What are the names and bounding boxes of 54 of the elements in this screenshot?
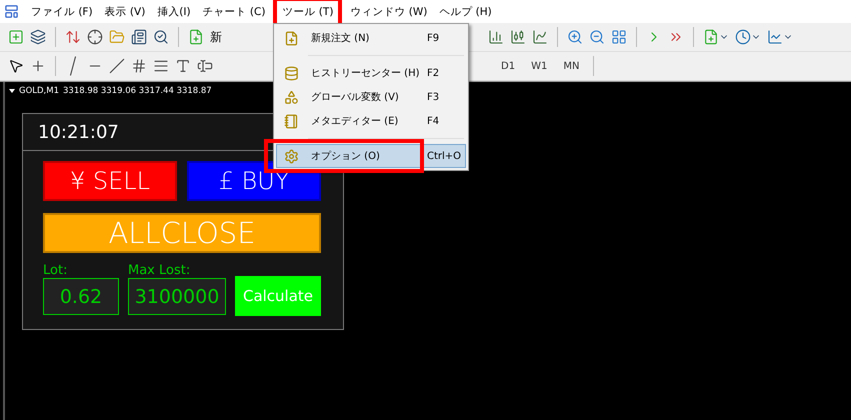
menu-entry-label: オプション (O): [310, 150, 381, 163]
crosshair-icon[interactable]: [30, 58, 46, 74]
menu-entry[interactable]: ヒストリーセンター (H) F2: [276, 61, 466, 85]
candlestick-icon[interactable]: [510, 29, 526, 45]
timeframe-button[interactable]: MN: [558, 60, 584, 72]
menu-item[interactable]: チャート (C): [198, 0, 270, 22]
new-order-label[interactable]: 新: [210, 28, 222, 46]
lot-field[interactable]: 0.62: [43, 278, 119, 315]
lot-label: Lot:: [43, 263, 68, 278]
zoom-out-icon[interactable]: [589, 29, 605, 45]
timeframe-button[interactable]: D1: [496, 60, 520, 72]
menu-entry-label: 新規注文 (N): [310, 32, 370, 45]
newspaper-icon[interactable]: [131, 29, 147, 45]
dropdown-icon[interactable]: [9, 89, 15, 93]
menu-item[interactable]: ウィンドウ (W): [345, 0, 432, 22]
menu-entry-label: グローバル変数 (V): [310, 90, 400, 104]
search-icon[interactable]: [153, 29, 169, 45]
text-icon[interactable]: [175, 58, 191, 74]
cursor-icon[interactable]: [8, 58, 24, 74]
app-icon: [4, 4, 19, 19]
menu-entry-label: ヒストリーセンター (H): [310, 67, 421, 80]
menu-item[interactable]: ファイル (F): [26, 0, 98, 22]
channel-icon[interactable]: [131, 58, 147, 74]
max-lost-field[interactable]: 3100000: [128, 278, 226, 315]
shortcut-label: F9: [427, 32, 440, 44]
menu-item[interactable]: ヘルプ (H): [434, 0, 497, 22]
grid-icon[interactable]: [611, 29, 627, 45]
clock-icon[interactable]: [735, 29, 761, 45]
max-lost-label: Max Lost:: [128, 263, 192, 278]
chart-symbol: GOLD,M1: [19, 86, 60, 96]
menu-item[interactable]: 挿入(I): [152, 0, 196, 22]
shortcut-label: F2: [427, 68, 440, 78]
timeframe-button[interactable]: W1: [526, 60, 552, 72]
crosshair-icon[interactable]: [87, 29, 103, 45]
menu-entry[interactable]: グローバル変数 (V) F3: [276, 85, 466, 109]
menu-item[interactable]: 表示 (V): [100, 0, 150, 22]
chart-quote: 3318.98 3319.06 3317.44 3318.87: [63, 86, 212, 96]
menu-entry[interactable]: オプション (O) Ctrl+O: [276, 144, 466, 168]
menu-entry[interactable]: 新規注文 (N) F9: [276, 26, 466, 50]
sell-button[interactable]: ¥ SELL: [43, 161, 177, 201]
arrows-icon[interactable]: [65, 29, 81, 45]
line-chart-icon[interactable]: [532, 29, 548, 45]
new-chart-icon[interactable]: [8, 29, 24, 45]
new-order-icon[interactable]: [188, 29, 204, 45]
shortcut-label: F4: [427, 116, 440, 126]
clock-time: 10:21:07: [38, 122, 119, 142]
menu-entry-label: メタエディター (E): [310, 115, 400, 128]
shortcut-label: F3: [427, 92, 440, 102]
trend-line-icon[interactable]: [109, 58, 125, 74]
bar-chart-icon[interactable]: [488, 29, 504, 45]
menu-entry[interactable]: メタエディター (E) F4: [276, 109, 466, 133]
zoom-in-icon[interactable]: [567, 29, 583, 45]
menu-item[interactable]: ツール (T): [277, 0, 338, 22]
shortcut-label: Ctrl+O: [427, 150, 462, 162]
